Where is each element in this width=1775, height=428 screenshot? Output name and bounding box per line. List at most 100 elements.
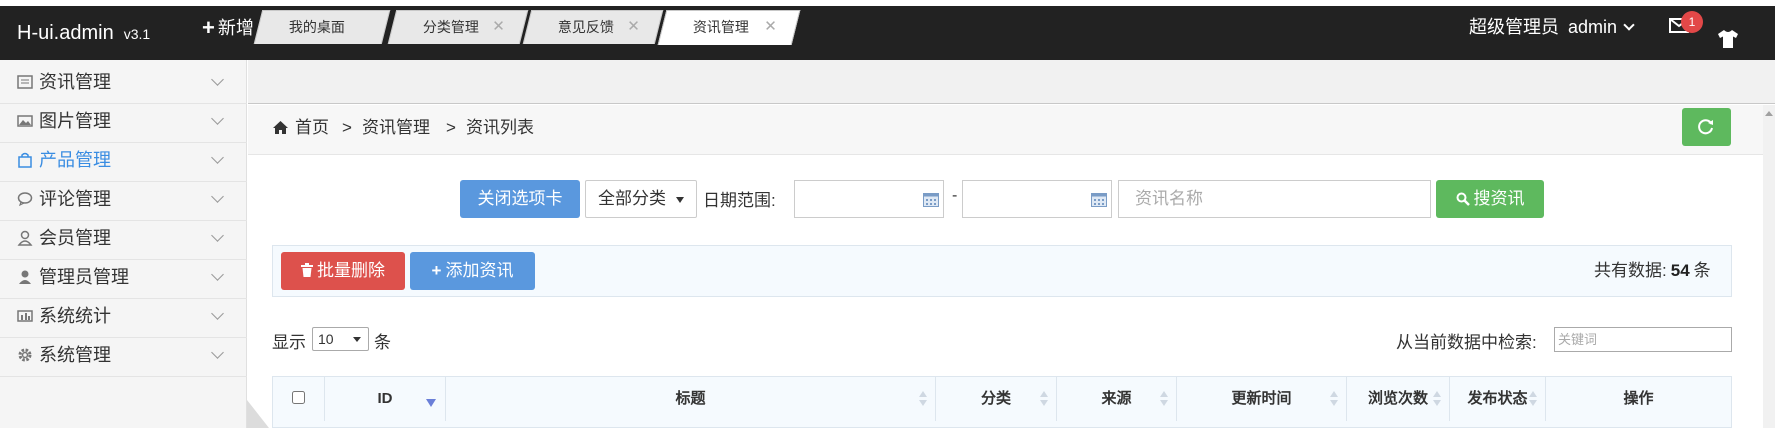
vertical-scrollbar[interactable]	[1763, 105, 1775, 428]
column-label: 浏览次数	[1367, 390, 1428, 407]
scroll-up-icon[interactable]	[1765, 111, 1773, 116]
sort-desc-icon	[426, 399, 436, 407]
calendar-icon[interactable]	[923, 193, 939, 207]
sort-icon	[1160, 391, 1168, 407]
total-suffix: 条	[1693, 261, 1711, 280]
column-header-source[interactable]: 来源	[1057, 377, 1177, 421]
chevron-down-icon	[211, 73, 224, 86]
skin-icon[interactable]	[1717, 16, 1741, 48]
sidebar-item-label: 资讯管理	[39, 72, 111, 92]
sidebar-item-news[interactable]: 资讯管理	[0, 60, 247, 104]
select-all-checkbox[interactable]	[292, 391, 305, 404]
tab-label: 我的桌面	[288, 19, 345, 35]
breadcrumb-news-management[interactable]: 资讯管理	[362, 116, 430, 140]
filter-input[interactable]: 关键词	[1554, 327, 1732, 352]
date-start-input[interactable]	[794, 180, 944, 218]
sidebar-item-comments[interactable]: 评论管理	[0, 177, 247, 221]
page-length-select[interactable]: 10	[312, 327, 369, 351]
calendar-icon[interactable]	[1091, 193, 1107, 207]
search-button-label: 搜资讯	[1473, 189, 1525, 208]
brand-name: H-ui.admin	[17, 22, 114, 44]
chevron-down-icon	[211, 190, 224, 203]
column-header-views[interactable]: 浏览次数	[1347, 377, 1450, 421]
tab-news-management[interactable]: 资讯管理 ✕	[657, 10, 801, 45]
sidebar-item-label: 系统管理	[39, 345, 111, 365]
sidebar-item-admins[interactable]: 管理员管理	[0, 255, 247, 299]
column-header-updated-time[interactable]: 更新时间	[1177, 377, 1347, 421]
chevron-down-icon	[211, 112, 224, 125]
add-news-label: 添加资讯	[445, 261, 514, 280]
breadcrumb-separator: >	[446, 118, 456, 137]
column-header-id[interactable]: ID	[325, 377, 446, 421]
column-header-category[interactable]: 分类	[936, 377, 1057, 421]
sort-icon	[1330, 391, 1338, 407]
gear-icon	[17, 347, 33, 363]
member-icon	[17, 230, 33, 246]
sidebar-item-members[interactable]: 会员管理	[0, 216, 247, 260]
select-all-checkbox-cell	[273, 377, 325, 421]
breadcrumb-separator: >	[342, 118, 352, 137]
date-end-input[interactable]	[962, 180, 1112, 218]
caret-down-icon	[353, 337, 361, 342]
home-icon	[272, 120, 289, 135]
column-label: 操作	[1623, 390, 1654, 407]
show-entries-label: 显示	[272, 333, 306, 352]
brand-version: v3.1	[123, 26, 151, 42]
tab-feedback[interactable]: 意见反馈 ✕	[522, 10, 664, 44]
sort-icon	[1040, 391, 1048, 407]
sidebar-item-label: 会员管理	[39, 228, 111, 248]
sidebar-item-label: 管理员管理	[39, 267, 129, 287]
mail-badge: 1	[1681, 11, 1703, 33]
batch-delete-button[interactable]: 批量删除	[281, 252, 405, 290]
sidebar-item-label: 产品管理	[39, 150, 111, 170]
sidebar-item-stats[interactable]: 系统统计	[0, 294, 247, 338]
plus-icon: +	[431, 261, 442, 280]
plus-icon: +	[202, 15, 215, 40]
chevron-down-icon	[211, 229, 224, 242]
trash-icon	[301, 261, 313, 280]
tab-category-management[interactable]: 分类管理 ✕	[387, 10, 529, 44]
refresh-button[interactable]	[1682, 108, 1731, 146]
column-header-publish-status[interactable]: 发布状态	[1450, 377, 1546, 421]
close-icon[interactable]: ✕	[492, 11, 505, 43]
tab-label: 资讯管理	[692, 19, 749, 35]
chevron-down-icon	[211, 307, 224, 320]
total-count-text: 共有数据: 54 条	[1594, 256, 1711, 281]
total-count: 54	[1670, 261, 1690, 280]
chevron-down-icon	[1623, 19, 1635, 31]
sidebar-item-pictures[interactable]: 图片管理	[0, 99, 247, 143]
category-select-value: 全部分类	[598, 189, 666, 208]
user-name: admin	[1568, 17, 1618, 37]
chevron-down-icon	[211, 151, 224, 164]
tab-label: 意见反馈	[557, 19, 614, 35]
tab-bar	[248, 60, 1775, 104]
sidebar-toggle-corner[interactable]	[247, 400, 269, 428]
sidebar-item-label: 评论管理	[39, 189, 111, 209]
refresh-icon	[1698, 119, 1713, 135]
column-header-title[interactable]: 标题	[446, 377, 936, 421]
tab-my-desktop[interactable]: 我的桌面	[253, 10, 391, 44]
close-icon[interactable]: ✕	[764, 11, 777, 43]
chevron-down-icon	[211, 268, 224, 281]
news-name-input[interactable]: 资讯名称	[1118, 180, 1431, 218]
sidebar-item-label: 系统统计	[39, 306, 111, 326]
date-range-label: 日期范围:	[703, 191, 776, 210]
comment-icon	[17, 191, 33, 207]
column-label: 标题	[675, 390, 706, 407]
column-label: 更新时间	[1231, 390, 1292, 407]
column-label: ID	[377, 390, 393, 407]
close-icon[interactable]: ✕	[627, 11, 640, 43]
close-tab-button[interactable]: 关闭选项卡	[460, 180, 580, 218]
admin-icon	[17, 269, 33, 285]
tab-label: 分类管理	[422, 19, 479, 35]
category-select[interactable]: 全部分类	[585, 180, 697, 218]
search-news-button[interactable]: 搜资讯	[1436, 180, 1544, 218]
user-menu[interactable]: admin	[1568, 0, 1635, 54]
brand-logo[interactable]: H-ui.admin v3.1	[17, 6, 150, 60]
sidebar-item-label: 图片管理	[39, 111, 111, 131]
sidebar-item-system[interactable]: 系统管理	[0, 333, 247, 377]
breadcrumb-home[interactable]: 首页	[295, 116, 329, 140]
bag-icon	[17, 152, 33, 168]
sidebar-item-products[interactable]: 产品管理	[0, 138, 247, 182]
add-news-button[interactable]: + 添加资讯	[410, 252, 535, 290]
